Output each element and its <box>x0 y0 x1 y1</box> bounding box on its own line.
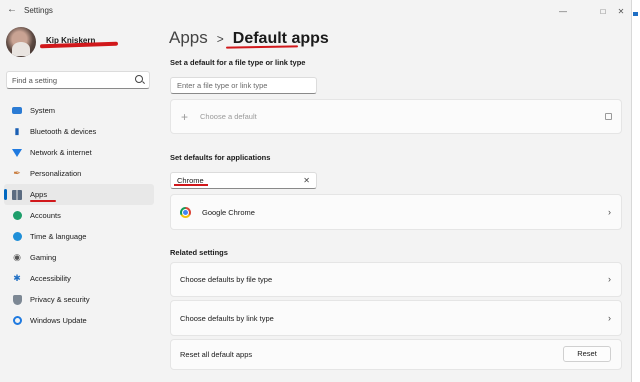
section-heading-related: Related settings <box>170 248 228 257</box>
accessibility-icon: ✱ <box>13 273 21 283</box>
sidebar-item-bluetooth[interactable]: ▮ Bluetooth & devices <box>4 121 154 142</box>
related-item-label: Choose defaults by file type <box>180 275 273 284</box>
back-arrow-icon[interactable]: ← <box>7 4 17 15</box>
sidebar-item-time-language[interactable]: Time & language <box>4 226 154 247</box>
sidebar-item-network[interactable]: Network & internet <box>4 142 154 163</box>
apps-icon <box>12 189 22 200</box>
gamepad-icon: ◉ <box>13 252 21 262</box>
active-indicator <box>4 189 7 200</box>
shield-icon <box>12 294 22 305</box>
breadcrumb-parent[interactable]: Apps <box>169 28 208 48</box>
minimize-icon[interactable]: — <box>552 0 574 22</box>
sidebar-item-label: Network & internet <box>30 148 92 157</box>
monitor-icon <box>12 106 22 116</box>
choose-default-card[interactable]: + Choose a default <box>170 99 622 134</box>
app-result-google-chrome[interactable]: Google Chrome › <box>170 194 622 230</box>
sidebar-item-label: Accounts <box>30 211 61 220</box>
choose-defaults-link-type[interactable]: Choose defaults by link type › <box>170 300 622 336</box>
chevron-right-icon: › <box>608 274 611 284</box>
background-window-edge <box>631 0 640 382</box>
breadcrumb: Apps > Default apps <box>169 28 329 48</box>
file-type-placeholder: Enter a file type or link type <box>177 81 268 90</box>
sidebar-item-gaming[interactable]: ◉ Gaming <box>4 247 154 268</box>
account-icon <box>12 211 22 221</box>
chevron-right-icon: › <box>608 207 611 217</box>
breadcrumb-separator: > <box>216 32 224 46</box>
sidebar-item-personalization[interactable]: ✒ Personalization <box>4 163 154 184</box>
app-result-label: Google Chrome <box>202 207 255 217</box>
settings-search-input[interactable]: Find a setting <box>6 71 150 89</box>
reset-button[interactable]: Reset <box>563 346 611 362</box>
plus-icon: + <box>181 109 189 124</box>
globe-clock-icon <box>12 232 22 242</box>
section-heading-applications: Set defaults for applications <box>170 153 271 162</box>
sidebar-nav: System ▮ Bluetooth & devices Network & i… <box>4 100 154 331</box>
reset-defaults-row: Reset all default apps Reset <box>170 339 622 370</box>
sidebar-item-label: Bluetooth & devices <box>30 127 97 136</box>
update-icon <box>12 316 22 326</box>
sidebar-item-apps[interactable]: Apps <box>4 184 154 205</box>
brush-icon: ✒ <box>13 168 21 178</box>
wifi-icon <box>12 148 22 158</box>
search-icon <box>135 75 143 83</box>
title-bar: ← Settings — □ ✕ <box>0 0 640 22</box>
file-type-input[interactable]: Enter a file type or link type <box>170 77 317 94</box>
sidebar-item-label: Accessibility <box>30 274 71 283</box>
reset-label: Reset all default apps <box>180 350 253 359</box>
close-icon[interactable]: ✕ <box>610 0 632 22</box>
sidebar-item-label: Apps <box>30 190 48 199</box>
choose-default-label: Choose a default <box>200 112 257 121</box>
background-window-icon <box>633 12 638 16</box>
related-item-label: Choose defaults by link type <box>180 313 274 323</box>
sidebar-item-label: System <box>30 106 56 115</box>
chrome-icon <box>180 206 191 218</box>
sidebar-item-label: Personalization <box>30 169 82 178</box>
sidebar-item-label: Privacy & security <box>30 295 90 304</box>
sidebar-item-accessibility[interactable]: ✱ Accessibility <box>4 268 154 289</box>
chevron-right-icon: › <box>608 313 611 323</box>
sidebar-item-accounts[interactable]: Accounts <box>4 205 154 226</box>
annotation-underline <box>225 45 299 49</box>
annotation-underline <box>174 184 208 186</box>
window-title: Settings <box>24 6 53 15</box>
sidebar-item-system[interactable]: System <box>4 100 154 121</box>
search-placeholder: Find a setting <box>12 76 58 85</box>
app-search-input[interactable]: Chrome ✕ <box>170 172 317 189</box>
section-heading-file-type: Set a default for a file type or link ty… <box>170 58 306 67</box>
choose-defaults-file-type[interactable]: Choose defaults by file type › <box>170 262 622 297</box>
sidebar-item-label: Time & language <box>30 232 87 241</box>
open-external-icon <box>605 113 612 120</box>
sidebar-item-privacy[interactable]: Privacy & security <box>4 289 154 310</box>
sidebar-item-label: Gaming <box>30 253 57 262</box>
sidebar-item-windows-update[interactable]: Windows Update <box>4 310 154 331</box>
bluetooth-icon: ▮ <box>14 126 20 136</box>
avatar <box>6 27 36 57</box>
sidebar-item-label: Windows Update <box>30 316 87 325</box>
clear-icon[interactable]: ✕ <box>303 173 310 189</box>
annotation-underline <box>30 200 56 202</box>
